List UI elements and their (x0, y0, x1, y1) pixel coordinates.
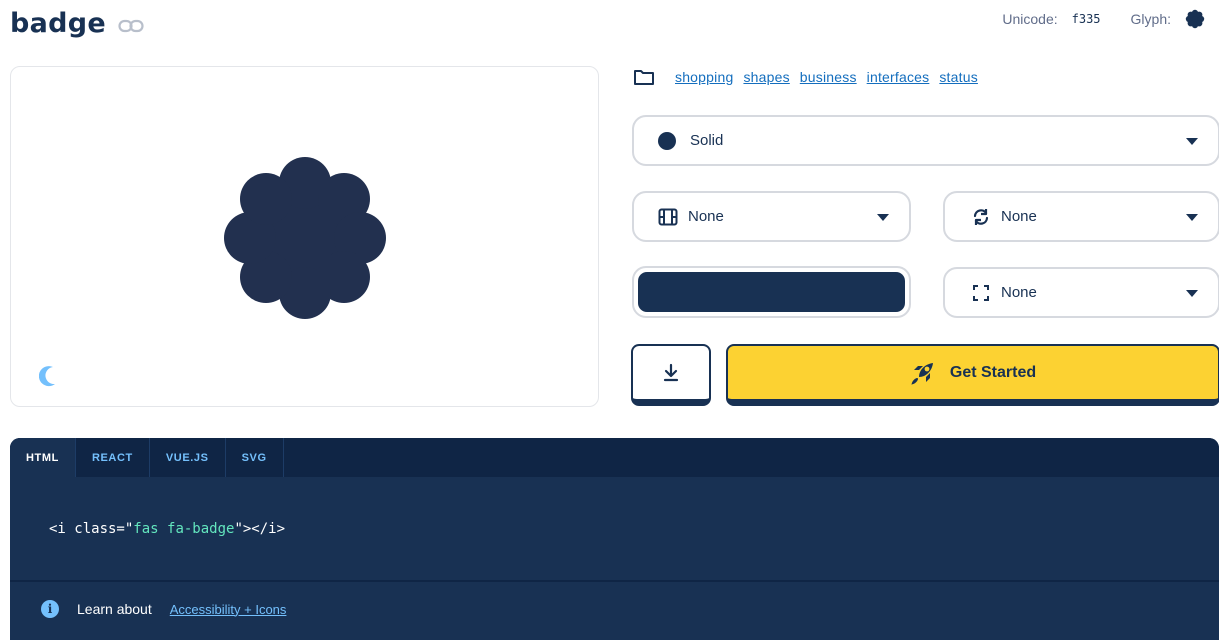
moon-icon[interactable] (39, 365, 57, 387)
rotation-select-value: None (1001, 208, 1037, 225)
page-title: badge (10, 8, 107, 39)
icon-meta: Unicode: f335 Glyph: (1002, 9, 1205, 29)
unicode-value[interactable]: f335 (1072, 12, 1101, 26)
tab-html[interactable]: HTML (10, 438, 76, 477)
color-swatch (638, 272, 905, 312)
style-dot-icon (658, 131, 676, 150)
category-link-business[interactable]: business (800, 69, 857, 85)
info-icon: i (41, 600, 59, 618)
link-icon[interactable] (118, 18, 144, 34)
code-snippet-close: "></i> (234, 521, 286, 537)
size-select[interactable]: None (943, 267, 1219, 318)
category-links: shopping shapes business interfaces stat… (633, 68, 988, 86)
tab-react[interactable]: REACT (76, 438, 150, 477)
learn-about-row: i Learn about Accessibility + Icons (41, 600, 286, 618)
download-icon (663, 363, 679, 381)
learn-about-label: Learn about (77, 601, 152, 617)
style-select[interactable]: Solid (632, 115, 1219, 166)
tab-svg[interactable]: SVG (226, 438, 284, 477)
code-snippet[interactable]: <i class="fas fa-badge"></i> (49, 521, 285, 537)
code-snippet-class: fas fa-badge (133, 521, 235, 537)
category-link-interfaces[interactable]: interfaces (867, 69, 930, 85)
code-divider (10, 580, 1219, 582)
rotate-icon (973, 208, 989, 225)
folder-icon (634, 70, 654, 85)
code-panel: HTML REACT VUE.JS SVG <i class="fas fa-b… (10, 438, 1219, 640)
size-select-value: None (1001, 284, 1037, 301)
style-select-value: Solid (690, 132, 724, 149)
badge-glyph-icon[interactable] (1185, 9, 1205, 29)
tab-vuejs[interactable]: VUE.JS (150, 438, 226, 477)
glyph-label: Glyph: (1130, 11, 1171, 27)
get-started-button[interactable]: Get Started (726, 344, 1219, 406)
icon-preview-card (10, 66, 599, 407)
download-button[interactable] (631, 344, 711, 406)
icon-title-group: badge (10, 8, 144, 39)
chevron-down-icon (1186, 289, 1198, 297)
badge-preview-icon (224, 157, 386, 319)
get-started-label: Get Started (949, 363, 1037, 381)
unicode-label: Unicode: (1002, 11, 1058, 27)
category-link-status[interactable]: status (939, 69, 978, 85)
rotation-select[interactable]: None (943, 191, 1219, 242)
category-link-shapes[interactable]: shapes (743, 69, 789, 85)
animation-select[interactable]: None (632, 191, 911, 242)
code-tabs: HTML REACT VUE.JS SVG (10, 438, 1219, 477)
category-link-shopping[interactable]: shopping (675, 69, 733, 85)
rocket-icon (911, 362, 933, 385)
color-picker[interactable] (632, 266, 911, 318)
animation-select-value: None (688, 208, 724, 225)
chevron-down-icon (1186, 137, 1198, 145)
code-snippet-open: <i class=" (49, 521, 134, 537)
chevron-down-icon (1186, 213, 1198, 221)
accessibility-link[interactable]: Accessibility + Icons (170, 602, 287, 617)
expand-icon (973, 284, 989, 301)
film-icon (658, 208, 678, 225)
chevron-down-icon (877, 213, 889, 221)
